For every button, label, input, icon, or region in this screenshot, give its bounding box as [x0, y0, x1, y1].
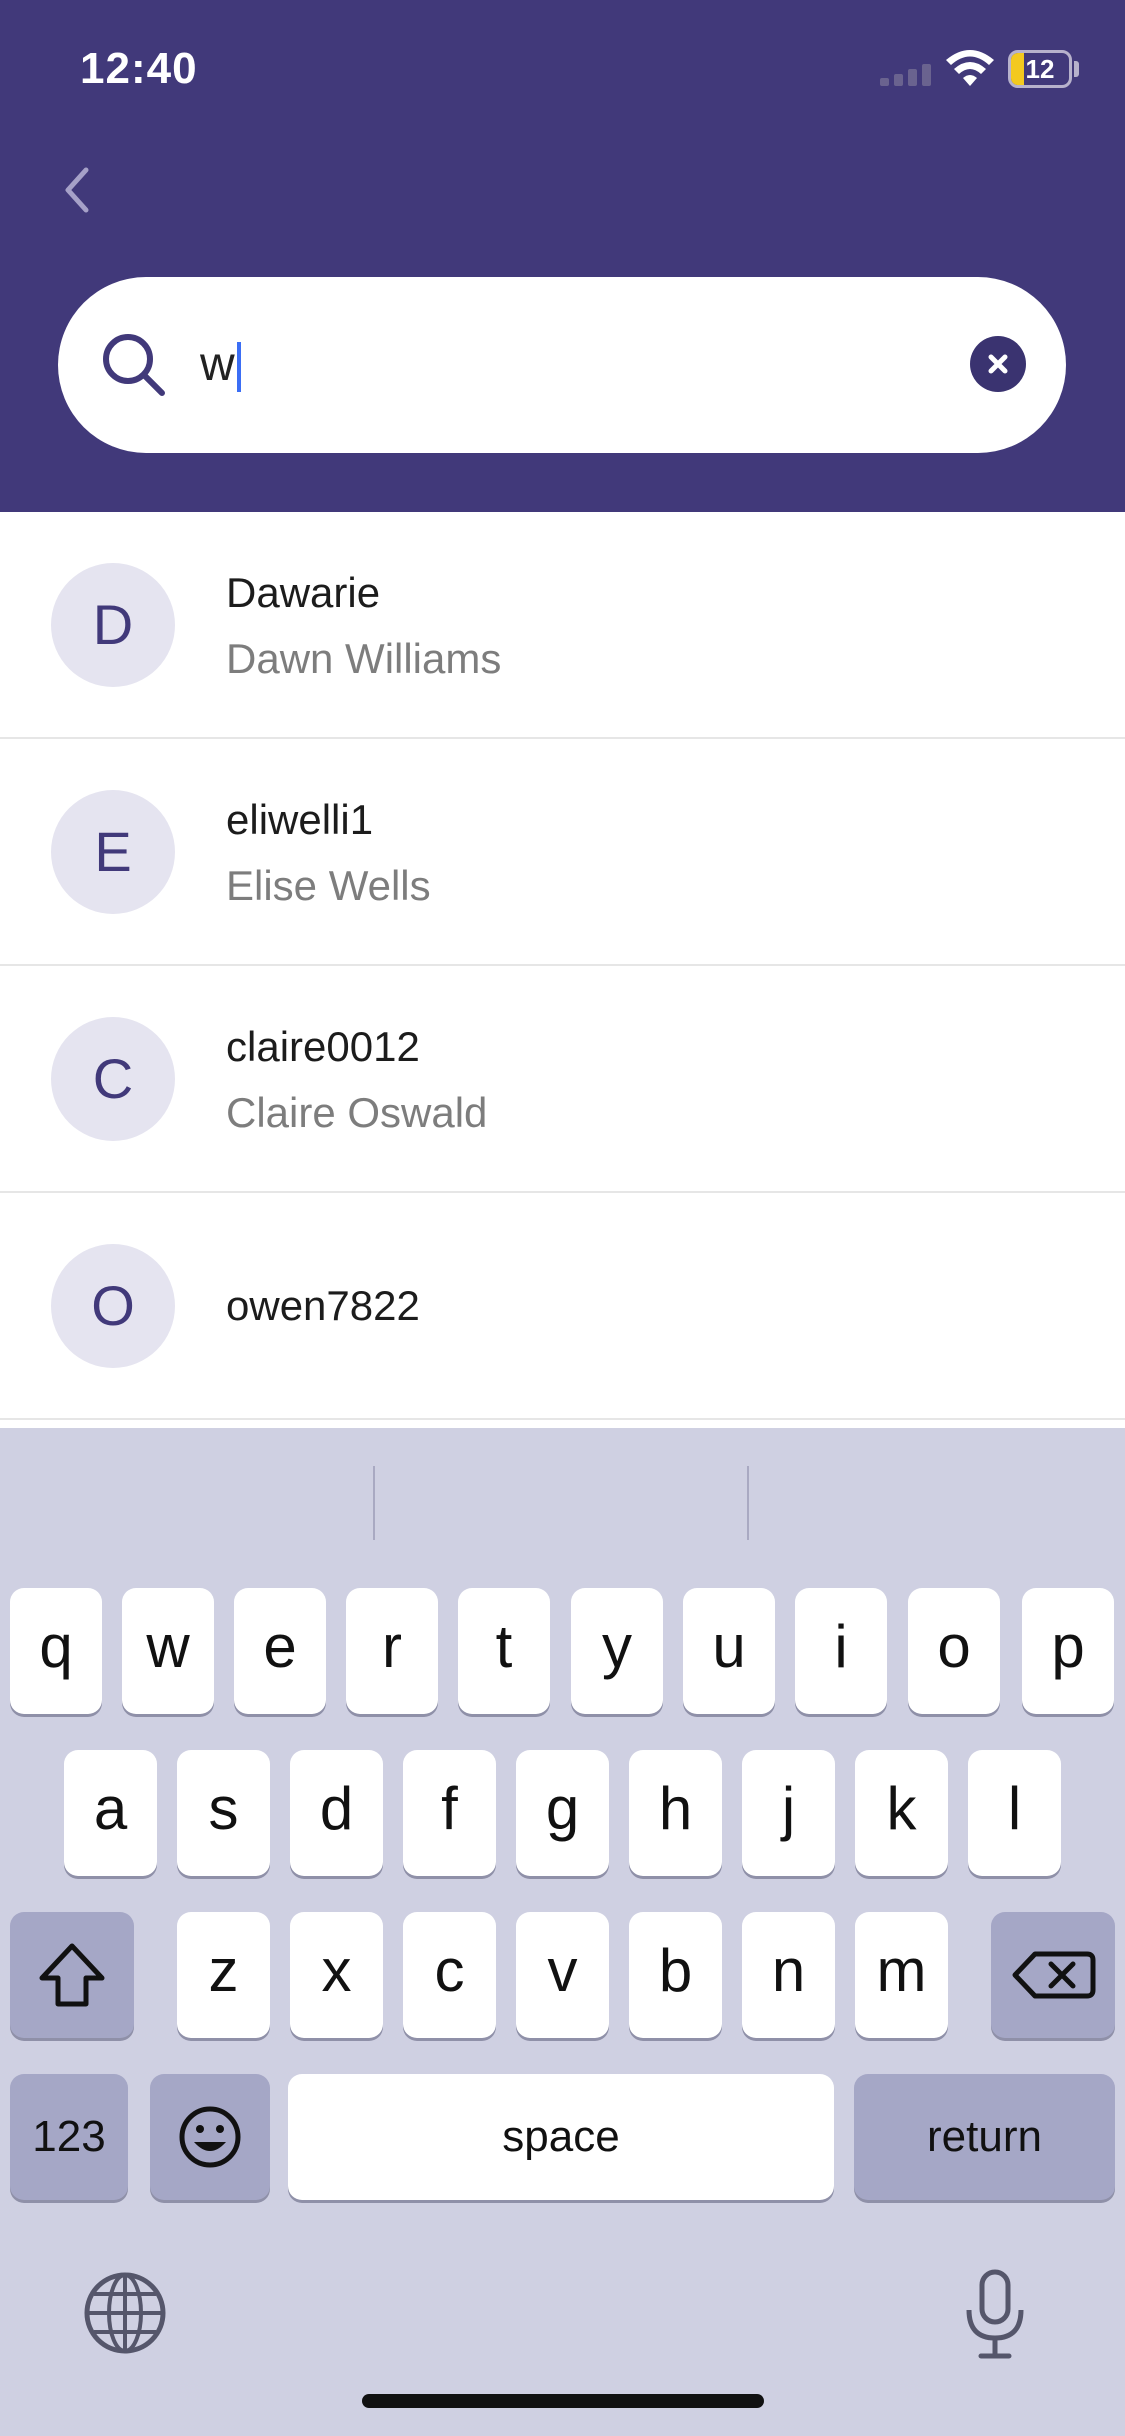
- result-username: eliwelli1: [226, 796, 374, 843]
- text-caret: [236, 342, 241, 393]
- key-y[interactable]: y: [571, 1588, 663, 1714]
- key-m[interactable]: m: [855, 1912, 948, 2038]
- avatar: C: [51, 1017, 175, 1141]
- microphone-icon[interactable]: [955, 2266, 1035, 2362]
- keyboard: q w e r t y u i o p a s d f g h j k l z …: [0, 1428, 1125, 2436]
- key-z[interactable]: z: [177, 1912, 270, 2038]
- search-results-list: D Dawarie Dawn Williams E eliwelli1 Elis…: [0, 512, 1125, 1420]
- avatar: E: [51, 790, 175, 914]
- shift-icon: [39, 1943, 105, 2007]
- key-o[interactable]: o: [908, 1588, 1000, 1714]
- wifi-icon: [946, 50, 994, 86]
- backspace-icon: [1012, 1951, 1096, 1999]
- result-username: Dawarie: [226, 569, 381, 616]
- key-q[interactable]: q: [10, 1588, 102, 1714]
- key-a[interactable]: a: [64, 1750, 157, 1876]
- key-g[interactable]: g: [516, 1750, 609, 1876]
- key-x[interactable]: x: [290, 1912, 383, 2038]
- suggestion-divider: [373, 1466, 375, 1540]
- key-w[interactable]: w: [122, 1588, 214, 1714]
- clear-icon: [988, 354, 1008, 374]
- battery-level: 12: [1025, 54, 1055, 84]
- result-full-name: Elise Wells: [226, 862, 431, 909]
- key-f[interactable]: f: [403, 1750, 496, 1876]
- clear-search-button[interactable]: [970, 336, 1026, 392]
- cellular-signal-icon: [880, 62, 936, 86]
- key-c[interactable]: c: [403, 1912, 496, 2038]
- key-h[interactable]: h: [629, 1750, 722, 1876]
- globe-icon[interactable]: [80, 2268, 170, 2358]
- home-indicator: [362, 2394, 764, 2408]
- battery-tip: [1074, 61, 1079, 77]
- key-p[interactable]: p: [1022, 1588, 1114, 1714]
- status-time: 12:40: [80, 44, 198, 93]
- suggestion-divider: [747, 1466, 749, 1540]
- battery-icon: 12: [1008, 50, 1072, 88]
- result-full-name: Claire Oswald: [226, 1089, 488, 1136]
- key-i[interactable]: i: [795, 1588, 887, 1714]
- search-bar[interactable]: w: [58, 277, 1066, 453]
- key-n[interactable]: n: [742, 1912, 835, 2038]
- key-s[interactable]: s: [177, 1750, 270, 1876]
- result-username: claire0012: [226, 1023, 420, 1070]
- key-e[interactable]: e: [234, 1588, 326, 1714]
- emoji-icon: [179, 2106, 241, 2168]
- key-k[interactable]: k: [855, 1750, 948, 1876]
- result-username: owen7822: [226, 1282, 420, 1329]
- result-row[interactable]: E eliwelli1 Elise Wells: [0, 739, 1125, 966]
- back-button[interactable]: [52, 150, 112, 230]
- result-row[interactable]: O owen7822: [0, 1193, 1125, 1420]
- key-r[interactable]: r: [346, 1588, 438, 1714]
- numbers-key[interactable]: 123: [10, 2074, 128, 2200]
- key-v[interactable]: v: [516, 1912, 609, 2038]
- avatar: O: [51, 1244, 175, 1368]
- result-row[interactable]: D Dawarie Dawn Williams: [0, 512, 1125, 739]
- result-full-name: Dawn Williams: [226, 635, 502, 682]
- search-icon: [103, 334, 165, 396]
- search-input-value: w: [200, 338, 235, 391]
- search-input[interactable]: w: [200, 327, 241, 403]
- key-u[interactable]: u: [683, 1588, 775, 1714]
- space-key[interactable]: space: [288, 2074, 834, 2200]
- key-l[interactable]: l: [968, 1750, 1061, 1876]
- shift-key[interactable]: [10, 1912, 134, 2038]
- key-d[interactable]: d: [290, 1750, 383, 1876]
- result-row[interactable]: C claire0012 Claire Oswald: [0, 966, 1125, 1193]
- emoji-key[interactable]: [150, 2074, 270, 2200]
- header: 12:40 12 w: [0, 0, 1125, 512]
- key-j[interactable]: j: [742, 1750, 835, 1876]
- avatar: D: [51, 563, 175, 687]
- key-b[interactable]: b: [629, 1912, 722, 2038]
- back-chevron-icon: [65, 167, 89, 213]
- key-t[interactable]: t: [458, 1588, 550, 1714]
- return-key[interactable]: return: [854, 2074, 1115, 2200]
- backspace-key[interactable]: [991, 1912, 1115, 2038]
